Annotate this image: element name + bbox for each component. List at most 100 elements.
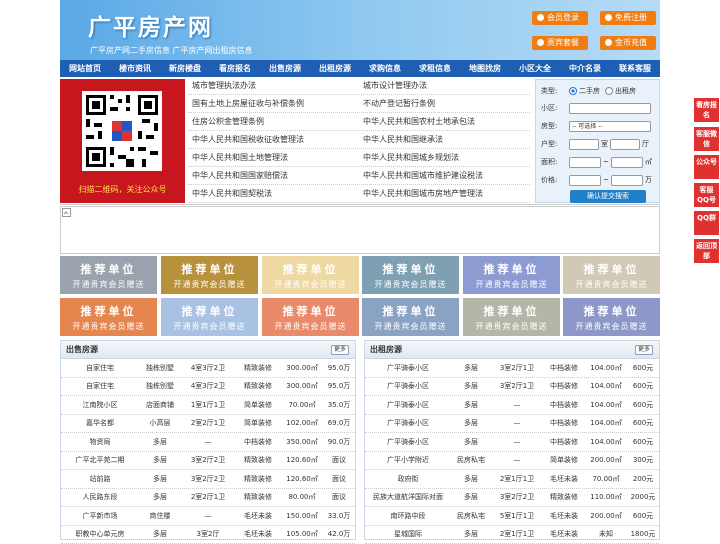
policy-link[interactable]: 中华人民共和国国家赔偿法 (188, 170, 359, 181)
listing-row[interactable]: 广平骑泰小区多层—中档装修104.00㎡600元 (365, 433, 659, 452)
room-type-select[interactable]: -- 可选择 -- (569, 121, 651, 132)
recommend-ad[interactable]: 推荐单位开通贵宾会员赠送 (362, 256, 459, 294)
recommend-ad[interactable]: 推荐单位开通贵宾会员赠送 (563, 298, 660, 336)
policy-link[interactable]: 住房公积金管理条例 (188, 116, 359, 127)
sale-more-link[interactable]: 更多 (331, 345, 349, 355)
listing-row[interactable]: 嘉华名都小高层2室2厅1卫简单装修102.00㎡69.0万 (61, 415, 355, 434)
recommend-ad[interactable]: 推荐单位开通贵宾会员赠送 (161, 298, 258, 336)
broken-image-icon (62, 208, 72, 218)
vip-package-button[interactable]: 贵宾套餐 (532, 36, 588, 50)
banner-image[interactable] (60, 206, 660, 254)
nav-viewing-signup[interactable]: 看房报名 (210, 60, 260, 77)
listing-cell: 精致装修 (235, 492, 281, 502)
nav-map-search[interactable]: 地图找房 (460, 60, 510, 77)
recommend-ad[interactable]: 推荐单位开通贵宾会员赠送 (463, 256, 560, 294)
listing-cell: 600元 (627, 418, 659, 428)
search-submit-button[interactable]: 确认提交搜索 (570, 190, 646, 203)
listing-cell: 简单装修 (543, 455, 585, 465)
listing-cell: 站前路 (61, 474, 139, 484)
listing-cell: 35.0万 (323, 400, 355, 410)
radio-secondhand[interactable] (569, 87, 577, 95)
nav-wanted-rent[interactable]: 求租信息 (410, 60, 460, 77)
listing-row[interactable]: 星城国际多层2室1厅1卫毛坯未装未知1800元 (365, 526, 659, 544)
policy-link[interactable]: 中华人民共和国契税法 (188, 188, 359, 199)
listing-cell: 物资局 (61, 437, 139, 447)
listing-row[interactable]: 职教中心单元房多层3室2厅毛坯未装105.00㎡42.0万 (61, 526, 355, 544)
side-service-wechat[interactable]: 客服微信 (694, 127, 719, 151)
site-logo[interactable]: 广平房产网 (88, 8, 213, 42)
livingroom-select[interactable] (610, 139, 640, 150)
free-register-button[interactable]: 免费注册 (600, 11, 656, 25)
nav-agencies[interactable]: 中介名录 (560, 60, 610, 77)
qr-code-icon (82, 91, 162, 171)
recommend-ad[interactable]: 推荐单位开通贵宾会员赠送 (463, 298, 560, 336)
listing-row[interactable]: 人民路东段多层2室2厅1卫精致装修80.00㎡面议 (61, 489, 355, 508)
price-min-input[interactable] (569, 175, 601, 186)
side-viewing-signup[interactable]: 看房报名 (694, 98, 719, 122)
listing-cell: 面议 (323, 492, 355, 502)
policy-link[interactable]: 中华人民共和国城市维护建设税法 (359, 170, 530, 181)
listing-row[interactable]: 南环路中段民房私宅5室1厅1卫毛坯未装200.00㎡600元 (365, 507, 659, 526)
listing-row[interactable]: 广平北平苑二期多层3室2厅2卫精致装修120.60㎡面议 (61, 452, 355, 471)
policy-links: 城市管理执法办法城市设计管理办法 国有土地上房屋征收与补偿条例不动产登记暂行条例… (188, 77, 530, 203)
community-input[interactable] (569, 103, 651, 114)
recommend-ad[interactable]: 推荐单位开通贵宾会员赠送 (563, 256, 660, 294)
side-qq-group[interactable]: QQ群 (694, 211, 719, 235)
policy-link[interactable]: 中华人民共和国城乡规划法 (359, 152, 530, 163)
side-service-qq[interactable]: 客服QQ号 (694, 183, 719, 207)
listing-row[interactable]: 广平骑泰小区多层3室2厅1卫中档装修104.00㎡600元 (365, 359, 659, 378)
listing-cell: 4室3厅2卫 (181, 363, 235, 373)
recommend-ad[interactable]: 推荐单位开通贵宾会员赠送 (262, 256, 359, 294)
bedroom-select[interactable] (569, 139, 599, 150)
listing-row[interactable]: 自家住宅独栋别墅4室3厅2卫精致装修300.00㎡95.0万 (61, 359, 355, 378)
nav-new-homes[interactable]: 新房楼盘 (160, 60, 210, 77)
side-official-account[interactable]: 公众号 (694, 155, 719, 179)
policy-link[interactable]: 中华人民共和国继承法 (359, 134, 530, 145)
recommend-ad[interactable]: 推荐单位开通贵宾会员赠送 (362, 298, 459, 336)
policy-link[interactable]: 中华人民共和国城市房地产管理法 (359, 188, 530, 199)
policy-link[interactable]: 中华人民共和国农村土地承包法 (359, 116, 530, 127)
policy-link[interactable]: 不动产登记暂行条例 (359, 98, 530, 109)
listing-cell: 80.00㎡ (281, 492, 323, 502)
policy-link[interactable]: 中华人民共和国税收征收管理法 (188, 134, 359, 145)
listing-row[interactable]: 民族大道航洋国际对面多层3室2厅2卫精致装修110.00㎡2000元 (365, 489, 659, 508)
listing-row[interactable]: 站前路多层3室2厅2卫精致装修120.60㎡面议 (61, 470, 355, 489)
policy-link[interactable]: 中华人民共和国土地管理法 (188, 152, 359, 163)
policy-link[interactable]: 城市设计管理办法 (359, 80, 530, 91)
price-max-input[interactable] (611, 175, 643, 186)
nav-for-rent[interactable]: 出租房源 (310, 60, 360, 77)
listing-cell: 自家住宅 (61, 381, 139, 391)
listing-row[interactable]: 广平骑泰小区多层—中档装修104.00㎡600元 (365, 396, 659, 415)
listing-row[interactable]: 广平新市场商住楼—毛坯未装150.00㎡33.0万 (61, 507, 355, 526)
listing-row[interactable]: 物资局多层—中档装修350.00㎡90.0万 (61, 433, 355, 452)
listing-row[interactable]: 广平骑泰小区多层3室2厅1卫中档装修104.00㎡600元 (365, 378, 659, 397)
radio-rental[interactable] (605, 87, 613, 95)
recommend-ad[interactable]: 推荐单位开通贵宾会员赠送 (262, 298, 359, 336)
nav-wanted-buy[interactable]: 求购信息 (360, 60, 410, 77)
listing-row[interactable]: 广平小学附近民房私宅—简单装修200.00㎡300元 (365, 452, 659, 471)
listing-cell: 3室2厅 (181, 529, 235, 539)
nav-communities[interactable]: 小区大全 (510, 60, 560, 77)
recommend-ad[interactable]: 推荐单位开通贵宾会员赠送 (60, 256, 157, 294)
listing-cell: 毛坯未装 (543, 474, 585, 484)
listing-row[interactable]: 广平骑泰小区多层—中档装修104.00㎡600元 (365, 415, 659, 434)
area-max-input[interactable] (611, 157, 643, 168)
policy-link[interactable]: 国有土地上房屋征收与补偿条例 (188, 98, 359, 109)
listing-cell: 600元 (627, 381, 659, 391)
policy-link[interactable]: 城市管理执法办法 (188, 80, 359, 91)
rent-more-link[interactable]: 更多 (635, 345, 653, 355)
side-back-to-top[interactable]: 返回顶部 (694, 239, 719, 263)
nav-news[interactable]: 楼市资讯 (110, 60, 160, 77)
listing-cell: 精致装修 (543, 492, 585, 502)
nav-for-sale[interactable]: 出售房源 (260, 60, 310, 77)
listing-row[interactable]: 江南院小区店面商铺1室1厅1卫简单装修70.00㎡35.0万 (61, 396, 355, 415)
nav-contact[interactable]: 联系客服 (610, 60, 660, 77)
listing-row[interactable]: 自家住宅独栋别墅4室3厅2卫精致装修300.00㎡95.0万 (61, 378, 355, 397)
recommend-ad[interactable]: 推荐单位开通贵宾会员赠送 (60, 298, 157, 336)
member-login-button[interactable]: 会员登录 (532, 11, 588, 25)
area-min-input[interactable] (569, 157, 601, 168)
listing-row[interactable]: 政府街多层2室1厅1卫毛坯未装70.00㎡200元 (365, 470, 659, 489)
coin-recharge-button[interactable]: 金币充值 (600, 36, 656, 50)
recommend-ad[interactable]: 推荐单位开通贵宾会员赠送 (161, 256, 258, 294)
nav-home[interactable]: 网站首页 (60, 60, 110, 77)
